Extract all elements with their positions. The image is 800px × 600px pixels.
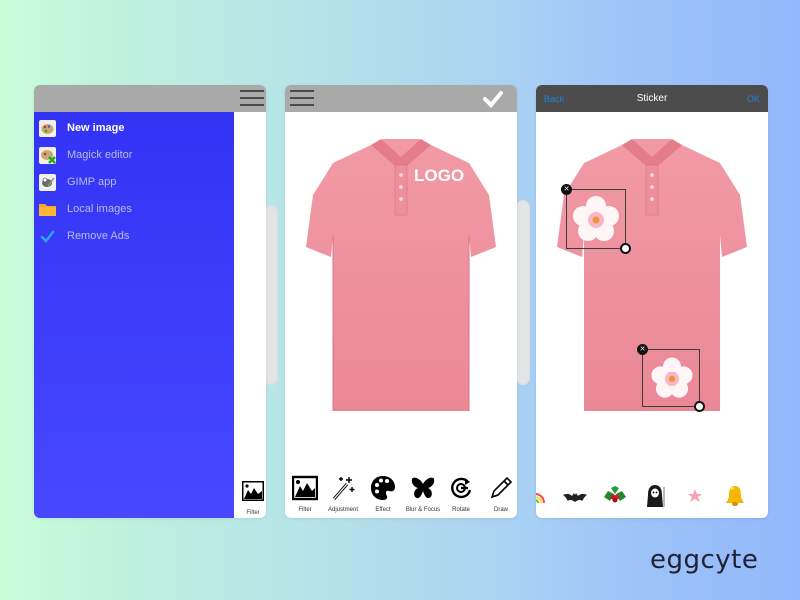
cherry-blossom-sticker: [651, 357, 693, 398]
sticker-delete-icon[interactable]: ✕: [561, 184, 572, 195]
navigation-drawer: New image Magick editor GIMP app Local i…: [34, 112, 234, 518]
confirm-check-icon[interactable]: [483, 90, 503, 108]
rotate-icon: [451, 477, 472, 499]
menu-item-local-images[interactable]: Local images: [34, 198, 234, 220]
menu-item-label: New image: [67, 122, 125, 134]
page-title: Sticker: [636, 93, 668, 104]
filter-tool-button[interactable]: Filter: [242, 481, 264, 516]
tool-label: Effect: [375, 507, 391, 513]
tool-label: Filter: [298, 507, 312, 513]
top-bar: [285, 85, 517, 112]
checkmark-icon: [40, 230, 55, 243]
tool-label: Adjustment: [327, 507, 358, 513]
butterfly-icon: [411, 477, 435, 499]
menu-item-label: Local images: [67, 203, 132, 215]
grim-reaper-sticker-icon[interactable]: [642, 485, 668, 507]
tool-effect[interactable]: Effect: [365, 475, 401, 513]
menu-item-label: Remove Ads: [67, 230, 130, 242]
tool-adjustment[interactable]: Adjustment: [325, 475, 361, 513]
sticker-resize-handle[interactable]: [694, 401, 705, 412]
gimp-icon: [39, 173, 56, 191]
image-filter-icon: [292, 475, 318, 501]
sticker-delete-icon[interactable]: ✕: [637, 344, 648, 355]
hamburger-menu-icon[interactable]: [240, 90, 264, 108]
menu-item-remove-ads[interactable]: Remove Ads: [34, 225, 234, 247]
pink-star-sticker-icon[interactable]: [682, 485, 708, 507]
menu-item-label: GIMP app: [67, 176, 117, 188]
magick-editor-icon: [39, 146, 56, 164]
sticker-screen: Back Sticker OK ✕ ✕: [536, 85, 768, 518]
ok-button[interactable]: OK: [747, 94, 760, 104]
menu-item-gimp-app[interactable]: GIMP app: [34, 171, 234, 193]
screen-connector: [264, 205, 278, 385]
tool-label: Blur & Focus: [405, 507, 441, 513]
tool-rotate[interactable]: Rotate: [443, 475, 479, 513]
menu-item-magick-editor[interactable]: Magick editor: [34, 144, 234, 166]
polo-shirt-image: LOGO: [306, 139, 496, 411]
sticker-resize-handle[interactable]: [620, 243, 631, 254]
folder-icon: [39, 203, 56, 216]
tool-blur-focus[interactable]: Blur & Focus: [405, 475, 441, 513]
bat-sticker-icon[interactable]: [562, 485, 588, 507]
image-filter-icon: [242, 481, 264, 501]
top-bar: Back Sticker OK: [536, 85, 768, 112]
hamburger-menu-icon[interactable]: [290, 90, 314, 108]
holly-sticker-icon[interactable]: [602, 485, 628, 507]
menu-item-new-image[interactable]: New image: [34, 117, 234, 139]
sticker-selection-box[interactable]: ✕: [637, 344, 705, 412]
top-bar: [34, 85, 266, 112]
tool-label: Draw: [493, 507, 508, 513]
screen-connector: [516, 200, 530, 385]
menu-item-label: Magick editor: [67, 149, 133, 161]
editor-screen: LOGO Filter Adjustment Effect Blur & Foc…: [285, 85, 517, 518]
sticker-selection-box[interactable]: ✕: [561, 184, 631, 254]
tool-label: Filter: [246, 510, 260, 516]
tool-label: Rotate: [452, 507, 470, 513]
cherry-blossom-sticker: [573, 196, 619, 241]
magic-wand-icon: [332, 477, 355, 500]
brand-logo: eggcyte: [650, 545, 759, 575]
pencil-icon: [490, 476, 513, 499]
palette-icon: [371, 476, 395, 500]
palette-icon: [39, 119, 56, 137]
tool-draw[interactable]: Draw: [483, 475, 517, 513]
tool-filter[interactable]: Filter: [287, 475, 323, 513]
menu-screen: New image Magick editor GIMP app Local i…: [34, 85, 266, 518]
bell-sticker-icon[interactable]: [722, 485, 748, 507]
logo-text: LOGO: [414, 166, 464, 185]
rainbow-sticker-icon[interactable]: [536, 485, 548, 507]
